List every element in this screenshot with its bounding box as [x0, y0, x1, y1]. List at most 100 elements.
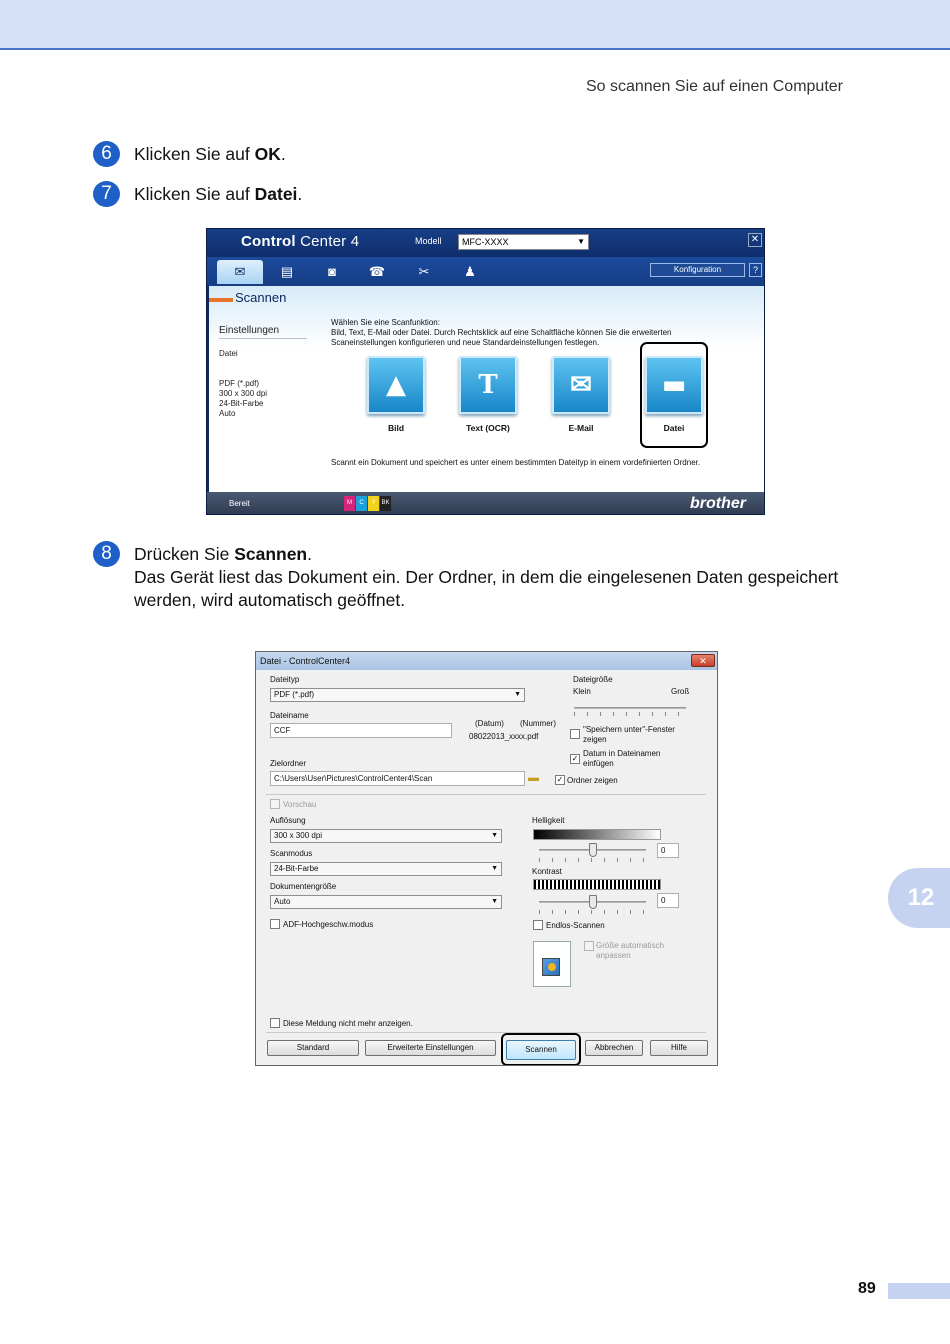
ordner-zeigen-checkbox[interactable]: ✓ — [555, 775, 565, 785]
close-button[interactable]: ✕ — [748, 233, 762, 247]
dialog-title: Datei - ControlCenter4 — [260, 656, 351, 666]
chevron-down-icon: ▼ — [491, 865, 498, 872]
step-text: Klicken Sie auf Datei. — [134, 184, 303, 204]
kontrast-slider-thumb[interactable] — [588, 895, 597, 909]
bild-button[interactable]: ▲ Bild — [361, 356, 431, 433]
chevron-down-icon: ▼ — [577, 237, 585, 246]
helligkeit-slider-thumb[interactable] — [588, 843, 597, 857]
datei-highlight — [640, 342, 708, 448]
speichern-unter-checkbox[interactable] — [570, 729, 580, 739]
dateityp-label: Dateityp — [270, 675, 300, 684]
step-number: 6 — [93, 141, 120, 167]
divider — [266, 794, 706, 795]
text-ocr-button[interactable]: T Text (OCR) — [453, 356, 523, 433]
helligkeit-preview — [533, 829, 661, 840]
adf-checkbox[interactable] — [270, 919, 280, 929]
meldung-label: Diese Meldung nicht mehr anzeigen. — [283, 1019, 413, 1028]
aufloesung-select[interactable]: 300 x 300 dpi ▼ — [270, 829, 502, 843]
email-button[interactable]: ✉ E-Mail — [546, 356, 616, 433]
step-keyword: OK — [254, 144, 281, 164]
divider — [266, 1032, 706, 1033]
dateiname-input[interactable]: CCF — [270, 723, 452, 738]
scanmodus-select[interactable]: 24-Bit-Farbe ▼ — [270, 862, 502, 876]
abbrechen-button[interactable]: Abbrechen — [585, 1040, 643, 1056]
tab-scan-icon[interactable]: ✉ — [217, 260, 263, 284]
dokgroesse-select[interactable]: Auto ▼ — [270, 895, 502, 909]
vorschau-checkbox[interactable] — [270, 799, 280, 809]
image-icon: ▲ — [367, 356, 425, 414]
tab-pc-fax-icon[interactable]: ▤ — [267, 260, 307, 284]
running-title: So scannen Sie auf einen Computer — [585, 78, 843, 95]
top-band — [0, 0, 950, 50]
settings-detail: 300 x 300 dpi — [219, 389, 268, 398]
close-button[interactable]: ✕ — [691, 654, 715, 667]
gross-label: Groß — [671, 687, 690, 696]
help-button[interactable]: ? — [749, 263, 762, 277]
dateigroesse-slider[interactable] — [574, 707, 686, 709]
endlos-label: Endlos-Scannen — [546, 921, 605, 930]
erweiterte-einstellungen-button[interactable]: Erweiterte Einstellungen — [365, 1040, 496, 1056]
folder-icon[interactable]: ▬ — [528, 772, 539, 784]
slider-ticks — [574, 712, 686, 716]
ink-yellow: Y — [368, 496, 379, 511]
datum-einfuegen-checkbox[interactable]: ✓ — [570, 754, 580, 764]
slider-ticks — [539, 910, 646, 914]
tab-settings-icon[interactable]: ✂ — [404, 260, 444, 284]
helligkeit-input[interactable]: 0 — [657, 843, 679, 858]
meldung-checkbox[interactable] — [270, 1018, 280, 1028]
scanmodus-label: Scanmodus — [270, 849, 313, 858]
zielordner-input[interactable]: C:\Users\User\Pictures\ControlCenter4\Sc… — [270, 771, 525, 786]
kontrast-label: Kontrast — [532, 867, 562, 876]
model-select[interactable]: MFC-XXXX ▼ — [458, 234, 589, 250]
step-keyword: Scannen — [234, 544, 308, 564]
standard-button[interactable]: Standard — [267, 1040, 359, 1056]
helligkeit-label: Helligkeit — [532, 816, 565, 825]
kontrast-preview — [533, 879, 661, 890]
button-label: Text (OCR) — [466, 423, 510, 433]
settings-heading: Einstellungen — [219, 326, 307, 339]
brother-logo: brother — [690, 495, 746, 512]
function-description: Scannt ein Dokument und speichert es unt… — [331, 458, 701, 467]
step-text: Klicken Sie auf OK. — [134, 144, 286, 164]
dateityp-select[interactable]: PDF (*.pdf) ▼ — [270, 688, 525, 702]
settings-panel: Einstellungen Datei PDF (*.pdf) 300 x 30… — [219, 326, 307, 419]
tab-fax-icon[interactable]: ☎ — [357, 260, 397, 284]
cc4-titlebar: Control Center 4 Modell MFC-XXXX ▼ ✕ — [207, 229, 764, 257]
endlos-checkbox[interactable] — [533, 920, 543, 930]
ink-magenta: M — [344, 496, 355, 511]
envelope-icon: ✉ — [552, 356, 610, 414]
cc4-statusbar: Bereit M C Y BK brother — [207, 492, 764, 514]
scannen-highlight — [501, 1033, 581, 1065]
cc4-logo: Control Center 4 — [241, 233, 360, 250]
step-number: 8 — [93, 541, 120, 567]
kontrast-input[interactable]: 0 — [657, 893, 679, 908]
hilfe-button[interactable]: Hilfe — [650, 1040, 708, 1056]
datei-dialog: Datei - ControlCenter4 ✕ Dateityp PDF (*… — [255, 651, 718, 1066]
status-text: Bereit — [229, 499, 250, 508]
zielordner-label: Zielordner — [270, 759, 307, 768]
text-icon: T — [459, 356, 517, 414]
ordner-zeigen-label: Ordner zeigen — [567, 776, 618, 785]
page-number-bar — [888, 1283, 950, 1299]
cc4-tabbar: ✉ ▤ ◙ ☎ ✂ ♟ Konfiguration ? — [207, 257, 764, 286]
datum-label: (Datum) — [475, 719, 504, 728]
tab-support-icon[interactable]: ♟ — [450, 260, 490, 284]
slider-ticks — [539, 858, 646, 862]
dateigroesse-label: Dateigröße — [573, 675, 613, 684]
ink-cyan: C — [356, 496, 367, 511]
controlcenter4-window: Control Center 4 Modell MFC-XXXX ▼ ✕ ✉ ▤ … — [206, 228, 765, 515]
chapter-tab: 12 — [888, 868, 950, 928]
dialog-titlebar: Datei - ControlCenter4 ✕ — [256, 652, 717, 670]
speichern-unter-label: "Speichern unter"-Fenster zeigen — [583, 725, 675, 744]
filename-example: 08022013_xxxx.pdf — [469, 732, 539, 741]
button-label: Bild — [387, 423, 405, 433]
groesse-auto-checkbox[interactable] — [584, 941, 594, 951]
step-text: Drücken Sie Scannen. Das Gerät liest das… — [134, 544, 839, 610]
document-preview-icon — [533, 941, 571, 987]
vorschau-label: Vorschau — [283, 800, 317, 809]
konfiguration-button[interactable]: Konfiguration — [650, 263, 745, 277]
step-keyword: Datei — [254, 184, 298, 204]
section-title: Scannen — [235, 290, 287, 305]
tab-photo-icon[interactable]: ◙ — [312, 260, 352, 284]
klein-label: Klein — [573, 687, 591, 696]
